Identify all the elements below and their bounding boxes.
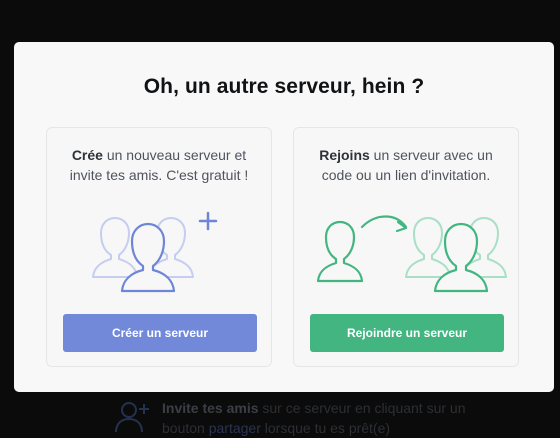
join-lead: Rejoins bbox=[319, 147, 370, 163]
add-server-modal: Oh, un autre serveur, hein ? Crée un nou… bbox=[14, 42, 554, 392]
invite-text: sur ce serveur en cliquant sur un bbox=[258, 400, 466, 416]
user-join-group-icon bbox=[316, 215, 507, 293]
join-server-button[interactable]: Rejoindre un serveur bbox=[310, 314, 504, 352]
invite-text-line2: bouton bbox=[162, 420, 209, 436]
background-hint-text: Invite tes amis sur ce serveur en cliqua… bbox=[162, 398, 466, 438]
create-server-button[interactable]: Créer un serveur bbox=[63, 314, 257, 352]
create-lead: Crée bbox=[71, 147, 103, 163]
invite-text-line2-end: lorsque tu es prêt(e) bbox=[260, 420, 391, 436]
create-server-description: Crée un nouveau serveur et invite tes am… bbox=[57, 145, 261, 185]
invite-friends-strong: Invite tes amis bbox=[162, 400, 259, 416]
background-invite-hint: Invite tes amis sur ce serveur en cliqua… bbox=[112, 398, 552, 438]
create-server-card: Crée un nouveau serveur et invite tes am… bbox=[46, 127, 272, 367]
share-link[interactable]: partager bbox=[209, 420, 261, 436]
users-plus-icon bbox=[92, 211, 218, 293]
join-server-card: Rejoins un serveur avec un code ou un li… bbox=[293, 127, 519, 367]
add-friend-icon bbox=[115, 402, 149, 433]
join-server-description: Rejoins un serveur avec un code ou un li… bbox=[304, 145, 508, 185]
modal-title: Oh, un autre serveur, hein ? bbox=[143, 75, 425, 98]
